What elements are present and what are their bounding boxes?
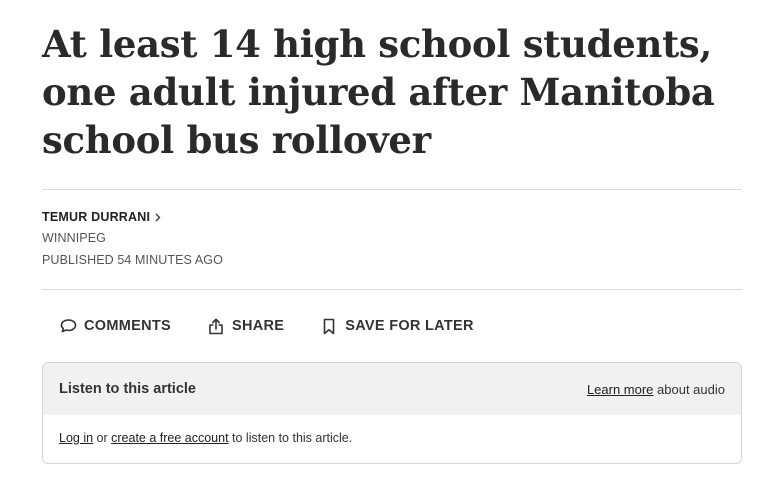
share-label: SHARE xyxy=(231,318,285,334)
audio-title: Listen to this article xyxy=(59,381,196,397)
published-time: PUBLISHED 54 MINUTES AGO xyxy=(42,253,223,267)
save-for-later-label: SAVE FOR LATER xyxy=(345,318,474,334)
divider xyxy=(42,189,742,190)
share-icon xyxy=(207,317,225,335)
chevron-right-icon xyxy=(155,213,161,221)
author-name: TEMUR DURRANI xyxy=(42,210,151,224)
comments-label: COMMENTS xyxy=(84,318,171,334)
or-text: or xyxy=(93,431,112,445)
share-button[interactable]: SHARE xyxy=(207,317,284,335)
author-link[interactable]: TEMUR DURRANI xyxy=(42,209,223,225)
bookmark-icon xyxy=(320,317,338,335)
audio-login-prompt: Log in or create a free account to liste… xyxy=(43,415,741,461)
dateline-location: WINNIPEG xyxy=(42,231,106,245)
comments-button[interactable]: COMMENTS xyxy=(59,317,171,335)
divider xyxy=(42,289,742,290)
audio-learn-more: Learn more about audio xyxy=(587,382,725,397)
article-headline: At least 14 high school students, one ad… xyxy=(42,22,715,162)
audio-player-header: Listen to this article Learn more about … xyxy=(43,363,741,415)
audio-player-box: Listen to this article Learn more about … xyxy=(42,362,742,464)
login-prompt-suffix: to listen to this article. xyxy=(228,431,353,445)
learn-more-link[interactable]: Learn more xyxy=(587,382,653,397)
comment-icon xyxy=(59,317,77,335)
log-in-link[interactable]: Log in xyxy=(59,431,93,445)
save-for-later-button[interactable]: SAVE FOR LATER xyxy=(320,317,474,335)
byline: TEMUR DURRANI WINNIPEG PUBLISHED 54 MINU… xyxy=(42,209,223,269)
create-account-link[interactable]: create a free account xyxy=(111,431,228,445)
article-actions: COMMENTS SHARE SAVE FOR LATER xyxy=(59,316,510,336)
learn-more-suffix: about audio xyxy=(653,381,725,397)
